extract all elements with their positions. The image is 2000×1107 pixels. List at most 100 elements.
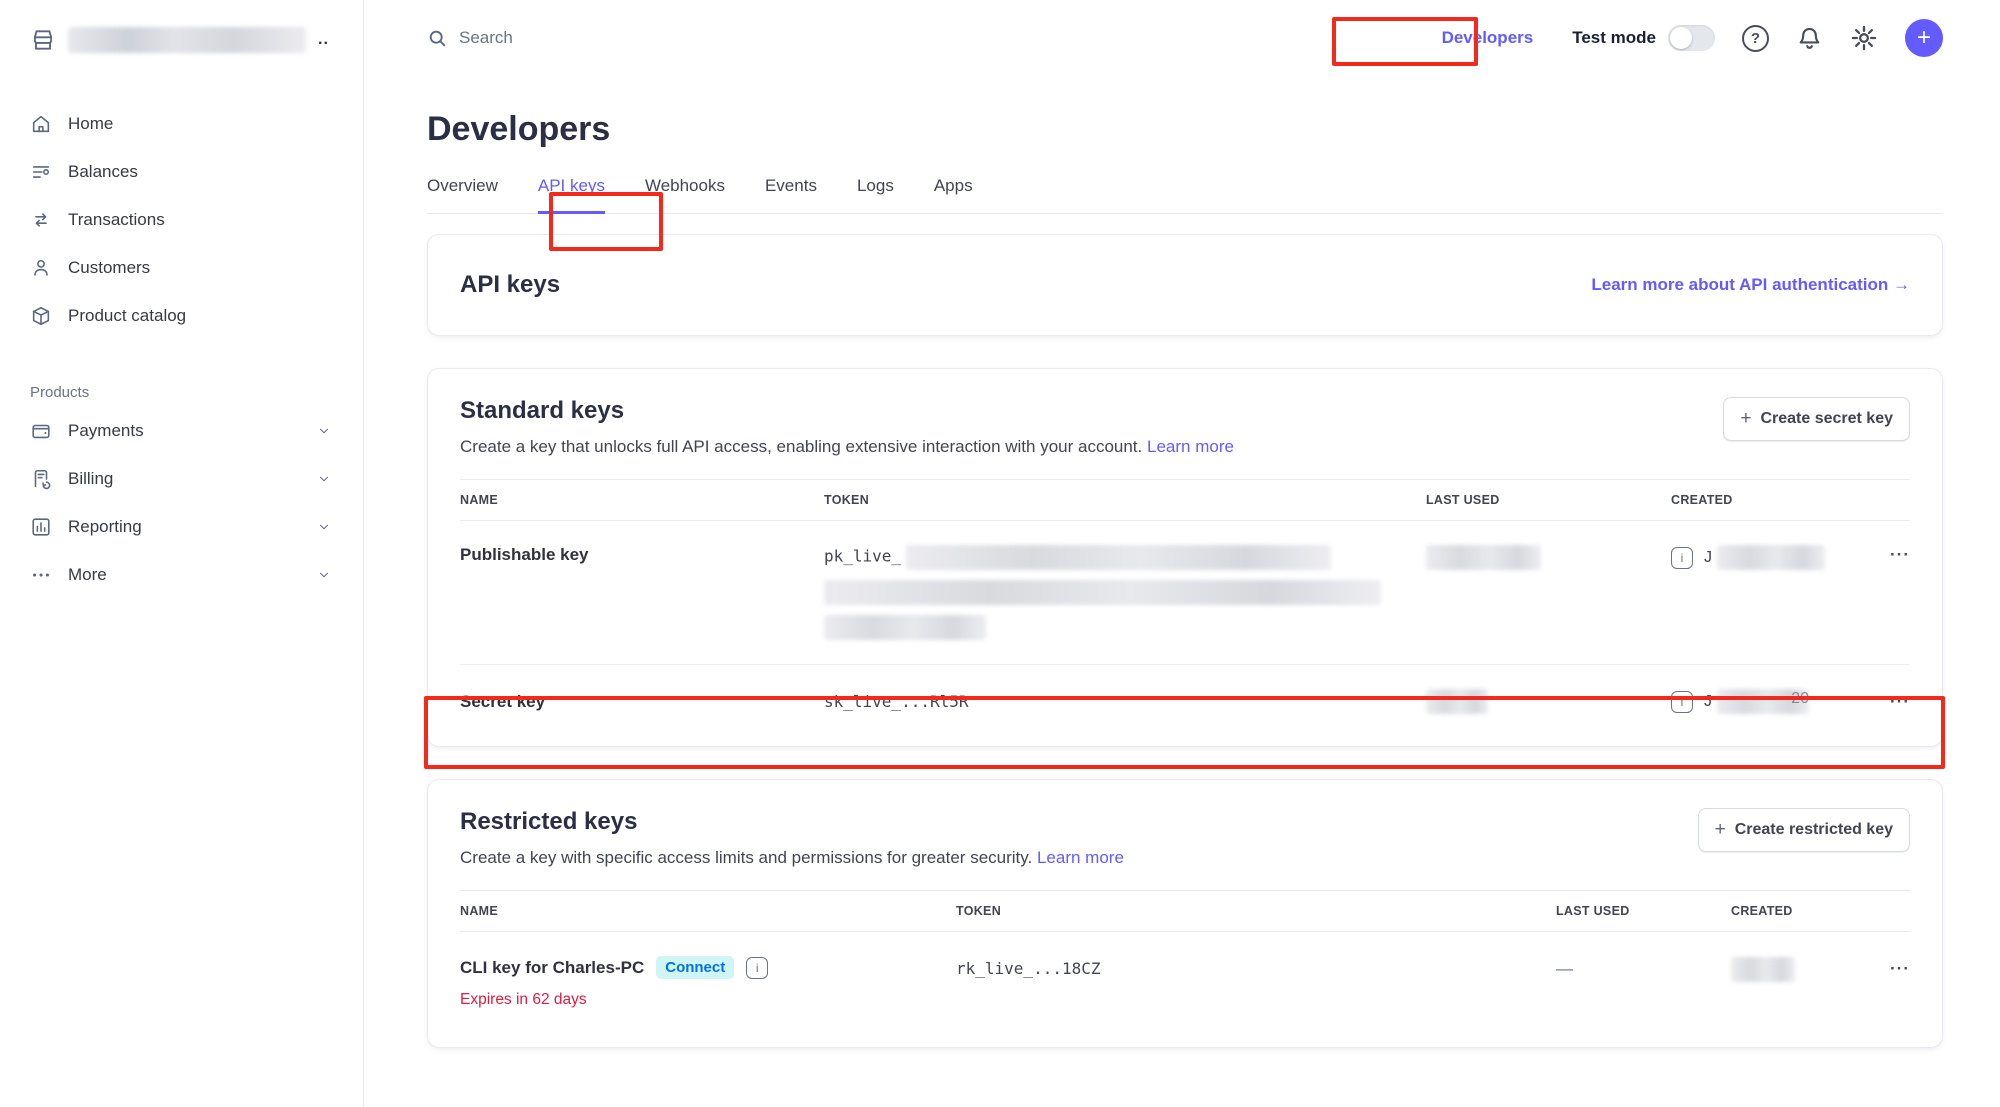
transactions-icon — [30, 209, 52, 231]
toggle-knob — [1670, 27, 1692, 49]
row-overflow-menu[interactable]: ··· — [1862, 692, 1910, 712]
sidebar-item-reporting[interactable]: Reporting — [30, 503, 343, 551]
restricted-keys-card: Restricted keys Create a key with specif… — [427, 779, 1943, 1048]
sidebar-nav: Home Balances Transactions Customers — [30, 100, 343, 599]
table-row-publishable-key: Publishable key pk_live_ i J ··· — [460, 521, 1910, 664]
notifications-icon[interactable] — [1796, 25, 1823, 52]
info-icon[interactable]: i — [1671, 691, 1693, 713]
connect-badge: Connect — [656, 956, 734, 979]
token-redacted — [824, 615, 986, 640]
product-catalog-icon — [30, 305, 52, 327]
created-cell: i J 20 — [1671, 689, 1862, 714]
tab-bar: Overview API keys Webhooks Events Logs A… — [427, 176, 1943, 214]
payments-icon — [30, 420, 52, 442]
column-name: NAME — [460, 904, 956, 918]
tab-webhooks[interactable]: Webhooks — [645, 176, 725, 213]
token-cell: pk_live_ — [824, 545, 1426, 640]
last-used-value: — — [1556, 959, 1731, 979]
tab-api-keys[interactable]: API keys — [538, 176, 605, 214]
created-cell: i J — [1671, 545, 1862, 570]
plus-icon: + — [1715, 819, 1726, 841]
info-icon[interactable]: i — [746, 957, 768, 979]
created-prefix: J — [1704, 549, 1712, 567]
standard-keys-description: Create a key that unlocks full API acces… — [460, 437, 1234, 457]
sidebar-item-billing[interactable]: Billing — [30, 455, 343, 503]
created-prefix: J — [1704, 693, 1712, 711]
table-header: NAME TOKEN LAST USED CREATED — [460, 479, 1910, 521]
chevron-down-icon — [317, 568, 331, 582]
sidebar-item-customers[interactable]: Customers — [30, 244, 343, 292]
topbar-actions: Developers Test mode ? + — [1430, 19, 1943, 57]
api-auth-learn-more-link[interactable]: Learn more about API authentication → — [1591, 275, 1910, 295]
token-value: rk_live_...18CZ — [956, 959, 1556, 978]
created-redacted — [1731, 957, 1795, 982]
sidebar-item-label: Product catalog — [68, 306, 186, 326]
settings-gear-icon[interactable] — [1850, 24, 1878, 52]
chevron-down-icon — [317, 424, 331, 438]
api-keys-card-title: API keys — [460, 271, 560, 299]
restricted-keys-description-text: Create a key with specific access limits… — [460, 848, 1032, 867]
api-keys-card: API keys Learn more about API authentica… — [427, 234, 1943, 336]
key-name: Secret key — [460, 692, 824, 712]
search-icon — [427, 28, 448, 49]
sidebar-item-product-catalog[interactable]: Product catalog — [30, 292, 343, 340]
tab-events[interactable]: Events — [765, 176, 817, 213]
main-content: Developers Test mode ? + — [364, 0, 2000, 1107]
search-input[interactable] — [459, 28, 759, 48]
sidebar-section-products: Products — [30, 384, 343, 401]
standard-keys-card: Standard keys Create a key that unlocks … — [427, 368, 1943, 747]
account-switcher[interactable]: .. — [30, 22, 343, 58]
reporting-icon — [30, 516, 52, 538]
row-overflow-menu[interactable]: ··· — [1862, 959, 1910, 979]
column-last-used: LAST USED — [1426, 493, 1671, 507]
sidebar-item-label: Reporting — [68, 517, 142, 537]
sidebar-item-label: Customers — [68, 258, 150, 278]
column-token: TOKEN — [824, 493, 1426, 507]
column-last-used: LAST USED — [1556, 904, 1731, 918]
column-name: NAME — [460, 493, 824, 507]
token-prefix: pk_live_ — [824, 547, 901, 566]
developers-link[interactable]: Developers — [1430, 20, 1546, 56]
test-mode-label: Test mode — [1572, 28, 1656, 48]
key-name: CLI key for Charles-PC — [460, 958, 644, 978]
create-restricted-key-label: Create restricted key — [1735, 821, 1893, 839]
sidebar-item-home[interactable]: Home — [30, 100, 343, 148]
created-redacted — [1717, 545, 1825, 570]
tab-apps[interactable]: Apps — [934, 176, 973, 213]
tab-overview[interactable]: Overview — [427, 176, 498, 213]
create-secret-key-button[interactable]: + Create secret key — [1723, 397, 1910, 441]
standard-keys-learn-more-link[interactable]: Learn more — [1147, 437, 1234, 456]
standard-keys-description-text: Create a key that unlocks full API acces… — [460, 437, 1142, 456]
last-used-redacted — [1426, 689, 1488, 714]
sidebar-item-transactions[interactable]: Transactions — [30, 196, 343, 244]
balances-icon — [30, 161, 52, 183]
help-icon[interactable]: ? — [1742, 25, 1769, 52]
sidebar-item-payments[interactable]: Payments — [30, 407, 343, 455]
token-redacted — [906, 545, 1331, 570]
row-overflow-menu[interactable]: ··· — [1862, 545, 1910, 565]
create-plus-button[interactable]: + — [1905, 19, 1943, 57]
info-icon[interactable]: i — [1671, 547, 1693, 569]
restricted-keys-title: Restricted keys — [460, 808, 1124, 836]
account-name-suffix: .. — [318, 31, 329, 49]
last-used-redacted — [1426, 545, 1541, 570]
search-bar[interactable] — [427, 28, 1430, 49]
table-header: NAME TOKEN LAST USED CREATED — [460, 890, 1910, 932]
more-dots-icon — [30, 564, 52, 586]
create-restricted-key-button[interactable]: + Create restricted key — [1698, 808, 1910, 852]
billing-icon — [30, 468, 52, 490]
created-cell — [1731, 957, 1862, 982]
home-icon — [30, 113, 52, 135]
sidebar-item-label: Home — [68, 114, 113, 134]
sidebar-item-label: Balances — [68, 162, 138, 182]
column-created: CREATED — [1731, 904, 1862, 918]
restricted-keys-learn-more-link[interactable]: Learn more — [1037, 848, 1124, 867]
test-mode-toggle[interactable] — [1668, 25, 1715, 51]
standard-keys-title: Standard keys — [460, 397, 1234, 425]
created-peek: 20 — [1791, 690, 1809, 708]
page-title: Developers — [427, 110, 1943, 149]
tab-logs[interactable]: Logs — [857, 176, 894, 213]
sidebar-item-more[interactable]: More — [30, 551, 343, 599]
table-row-cli-key: CLI key for Charles-PC Connect i Expires… — [460, 932, 1910, 1033]
sidebar-item-balances[interactable]: Balances — [30, 148, 343, 196]
